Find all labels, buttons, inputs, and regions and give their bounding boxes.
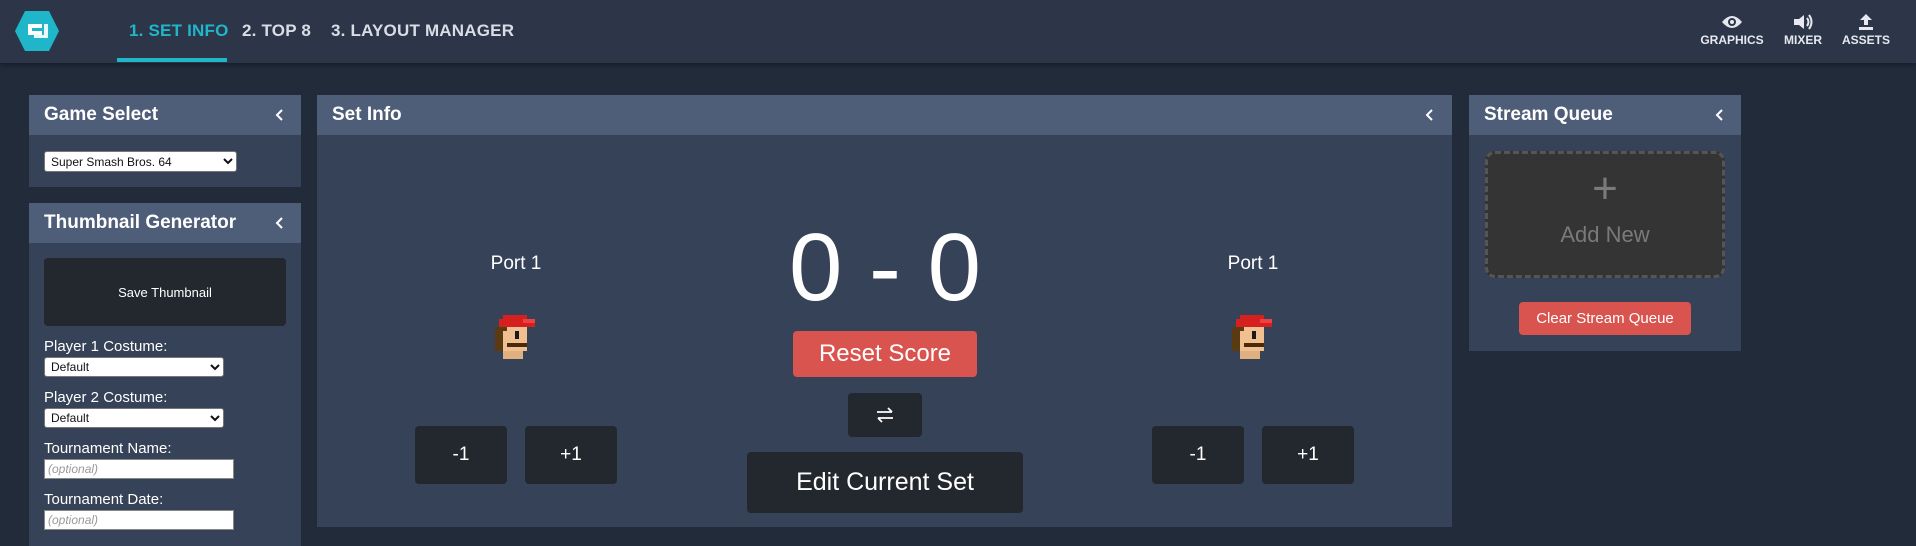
clear-stream-queue-button[interactable]: Clear Stream Queue xyxy=(1519,302,1691,335)
player1-character-icon xyxy=(495,315,535,359)
player1-minus-button[interactable]: -1 xyxy=(415,426,507,484)
player2-character-icon xyxy=(1232,315,1272,359)
active-tab-indicator xyxy=(117,58,227,62)
reset-score-button[interactable]: Reset Score xyxy=(793,331,977,377)
set-info-title: Set Info xyxy=(332,104,402,125)
tab-set-info[interactable]: 1. SET INFO xyxy=(129,21,229,41)
save-thumbnail-button[interactable]: Save Thumbnail xyxy=(44,258,286,326)
game-select-dropdown[interactable]: Super Smash Bros. 64 xyxy=(44,151,237,172)
mixer-button[interactable]: MIXER xyxy=(1768,14,1838,47)
player2-costume-label: Player 2 Costume: xyxy=(44,389,168,406)
stream-queue-title: Stream Queue xyxy=(1484,104,1613,125)
upload-icon xyxy=(1859,14,1873,30)
plus-icon: + xyxy=(1592,164,1618,213)
graphics-label: GRAPHICS xyxy=(1700,33,1764,47)
assets-button[interactable]: ASSETS xyxy=(1831,14,1901,47)
tournament-name-input[interactable] xyxy=(44,459,234,479)
speaker-icon xyxy=(1794,14,1813,30)
player1-costume-select[interactable]: Default xyxy=(44,357,224,377)
tab-top-8[interactable]: 2. TOP 8 xyxy=(242,21,311,41)
thumbnail-generator-panel: Thumbnail Generator Save Thumbnail Playe… xyxy=(29,203,301,546)
collapse-chevron-icon[interactable] xyxy=(1712,107,1728,123)
game-select-panel: Game Select Super Smash Bros. 64 xyxy=(29,95,301,187)
player2-costume-select[interactable]: Default xyxy=(44,408,224,428)
game-select-header: Game Select xyxy=(29,95,301,135)
collapse-chevron-icon[interactable] xyxy=(1422,107,1438,123)
top-navbar: 1. SET INFO 2. TOP 8 3. LAYOUT MANAGER G… xyxy=(0,0,1916,63)
app-logo[interactable] xyxy=(14,10,60,52)
game-select-title: Game Select xyxy=(44,104,159,125)
player2-plus-button[interactable]: +1 xyxy=(1262,426,1354,484)
collapse-chevron-icon[interactable] xyxy=(272,107,288,123)
tournament-name-label: Tournament Name: xyxy=(44,440,172,457)
player1-port-label: Port 1 xyxy=(490,253,542,274)
swap-players-button[interactable] xyxy=(848,393,922,437)
add-new-label: Add New xyxy=(1560,222,1650,247)
tab-layout-manager[interactable]: 3. LAYOUT MANAGER xyxy=(331,21,514,41)
thumbnail-generator-header: Thumbnail Generator xyxy=(29,203,301,243)
player2-minus-button[interactable]: -1 xyxy=(1152,426,1244,484)
thumbnail-generator-title: Thumbnail Generator xyxy=(44,212,237,233)
assets-label: ASSETS xyxy=(1841,33,1890,47)
set-info-header: Set Info xyxy=(317,95,1452,135)
add-new-queue-item[interactable]: + Add New xyxy=(1485,151,1725,278)
player1-costume-label: Player 1 Costume: xyxy=(44,338,168,355)
mixer-label: MIXER xyxy=(1783,33,1822,47)
player1-plus-button[interactable]: +1 xyxy=(525,426,617,484)
swap-arrows-icon xyxy=(877,407,893,423)
stream-queue-header: Stream Queue xyxy=(1469,95,1741,135)
eye-icon xyxy=(1722,16,1742,28)
collapse-chevron-icon[interactable] xyxy=(272,215,288,231)
tournament-date-label: Tournament Date: xyxy=(44,491,164,508)
set-score-display: 0 - 0 xyxy=(788,214,982,321)
tournament-date-input[interactable] xyxy=(44,510,234,530)
player2-port-label: Port 1 xyxy=(1227,253,1279,274)
graphics-button[interactable]: GRAPHICS xyxy=(1697,14,1767,47)
edit-current-set-button[interactable]: Edit Current Set xyxy=(747,452,1023,513)
